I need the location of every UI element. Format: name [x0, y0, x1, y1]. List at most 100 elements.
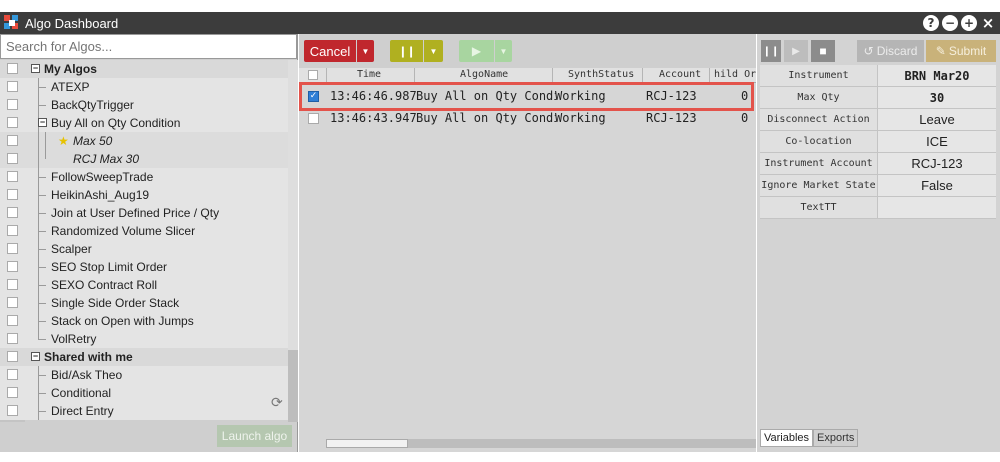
- property-row-disconnect-action[interactable]: Disconnect Action Leave: [760, 109, 996, 131]
- list-item[interactable]: HeikinAshi_Aug19: [0, 186, 288, 204]
- minimize-icon[interactable]: −: [942, 15, 958, 31]
- checkbox[interactable]: [7, 405, 18, 416]
- tree-scrollbar[interactable]: [288, 60, 298, 422]
- checkbox[interactable]: [7, 153, 18, 164]
- pencil-icon: ✎: [935, 44, 946, 58]
- property-value[interactable]: BRN Mar20: [878, 65, 996, 86]
- collapse-icon[interactable]: −: [38, 118, 47, 127]
- property-value[interactable]: [878, 197, 996, 218]
- bottom-tabs: Variables Exports: [760, 429, 859, 447]
- list-item[interactable]: RCJ Max 30: [0, 150, 288, 168]
- column-header-account[interactable]: Account: [659, 69, 709, 80]
- search-algos-input[interactable]: [0, 34, 297, 59]
- launch-algo-button[interactable]: Launch algo: [217, 425, 292, 447]
- checkbox[interactable]: [7, 279, 18, 290]
- help-icon[interactable]: ?: [923, 15, 939, 31]
- window-title: Algo Dashboard: [25, 15, 119, 31]
- list-item[interactable]: BackQtyTrigger: [0, 96, 288, 114]
- checkbox[interactable]: [7, 225, 18, 236]
- scroll-thumb[interactable]: [326, 439, 408, 448]
- column-header-child-orders[interactable]: hild Ord: [714, 69, 756, 80]
- chevron-down-icon[interactable]: ▼: [495, 40, 512, 62]
- tab-variables[interactable]: Variables: [760, 429, 814, 447]
- group-label: My Algos: [44, 62, 97, 76]
- checkbox[interactable]: [7, 387, 18, 398]
- cancel-button[interactable]: Cancel: [304, 40, 356, 62]
- chevron-down-icon[interactable]: ▼: [424, 40, 443, 62]
- algo-label: Stack on Open with Jumps: [51, 314, 194, 328]
- checkbox[interactable]: [7, 99, 18, 110]
- list-item[interactable]: Conditional: [0, 384, 288, 402]
- select-all-checkbox[interactable]: [308, 70, 318, 80]
- property-row-ignore-market-state[interactable]: Ignore Market State False: [760, 175, 996, 197]
- property-row-max-qty[interactable]: Max Qty 30: [760, 87, 996, 109]
- pause-icon[interactable]: ❙❙: [390, 40, 423, 62]
- checkbox[interactable]: [7, 351, 18, 362]
- column-header-algoname[interactable]: AlgoName: [460, 69, 540, 80]
- checkbox[interactable]: [7, 333, 18, 344]
- checkbox[interactable]: [7, 63, 18, 74]
- checkbox[interactable]: [7, 81, 18, 92]
- row-checkbox[interactable]: [308, 113, 319, 124]
- property-value[interactable]: 30: [878, 87, 996, 108]
- list-item[interactable]: Stack on Open with Jumps: [0, 312, 288, 330]
- property-value[interactable]: RCJ-123: [878, 153, 996, 174]
- checkbox[interactable]: [7, 315, 18, 326]
- property-row-instrument[interactable]: Instrument BRN Mar20: [760, 65, 996, 87]
- algo-label: ATEXP: [51, 80, 90, 94]
- grid-horizontal-scrollbar[interactable]: [326, 439, 756, 448]
- play-icon[interactable]: ▶: [784, 40, 808, 62]
- checkbox[interactable]: [7, 369, 18, 380]
- property-key: Disconnect Action: [760, 109, 878, 130]
- chevron-down-icon[interactable]: ▼: [357, 40, 374, 62]
- column-header-synthstatus[interactable]: SynthStatus: [568, 69, 648, 80]
- property-row-co-location[interactable]: Co-location ICE: [760, 131, 996, 153]
- algo-tree: − My Algos ATEXP BackQtyTrigger − Buy All…: [0, 60, 288, 422]
- list-item[interactable]: − Buy All on Qty Condition: [0, 114, 288, 132]
- list-item[interactable]: Join at User Defined Price / Qty: [0, 204, 288, 222]
- property-row-instrument-account[interactable]: Instrument Account RCJ-123: [760, 153, 996, 175]
- checkbox[interactable]: [7, 207, 18, 218]
- maximize-icon[interactable]: +: [961, 15, 977, 31]
- algo-label: Randomized Volume Slicer: [51, 224, 196, 238]
- list-item[interactable]: VolRetry: [0, 330, 288, 348]
- list-item[interactable]: SEO Stop Limit Order: [0, 258, 288, 276]
- list-item[interactable]: SEXO Contract Roll: [0, 276, 288, 294]
- checkbox[interactable]: [7, 297, 18, 308]
- refresh-icon[interactable]: ⟳: [271, 395, 283, 411]
- list-item[interactable]: Direct Entry: [0, 402, 288, 420]
- checkbox[interactable]: [7, 189, 18, 200]
- checkbox[interactable]: [7, 171, 18, 182]
- scroll-thumb[interactable]: [288, 60, 298, 350]
- table-row[interactable]: 13:46:43.947 Buy All on Qty Condi Workin…: [299, 108, 756, 128]
- stop-icon[interactable]: ■: [811, 40, 835, 62]
- close-icon[interactable]: ×: [980, 15, 996, 31]
- play-icon[interactable]: ▶: [459, 40, 494, 62]
- list-item[interactable]: ATEXP: [0, 78, 288, 96]
- checkbox[interactable]: [7, 135, 18, 146]
- list-item[interactable]: FollowSweepTrade: [0, 168, 288, 186]
- checkbox[interactable]: [7, 261, 18, 272]
- list-item[interactable]: Scalper: [0, 240, 288, 258]
- group-shared-with-me[interactable]: − Shared with me: [0, 348, 288, 366]
- checkbox[interactable]: [7, 243, 18, 254]
- property-value[interactable]: Leave: [878, 109, 996, 130]
- discard-button[interactable]: ↺ Discard: [857, 40, 924, 62]
- list-item[interactable]: Single Side Order Stack: [0, 294, 288, 312]
- group-my-algos[interactable]: − My Algos: [0, 60, 288, 78]
- property-key: TextTT: [760, 197, 878, 218]
- list-item[interactable]: ★ Max 50: [0, 132, 288, 150]
- submit-button[interactable]: ✎ Submit: [926, 40, 996, 62]
- tab-exports[interactable]: Exports: [813, 429, 859, 447]
- pause-icon[interactable]: ❙❙: [761, 40, 781, 62]
- properties-table: Instrument BRN Mar20 Max Qty 30 Disconne…: [760, 65, 996, 219]
- column-header-time[interactable]: Time: [357, 69, 417, 80]
- collapse-icon[interactable]: −: [31, 64, 40, 73]
- property-value[interactable]: False: [878, 175, 996, 196]
- list-item[interactable]: Bid/Ask Theo: [0, 366, 288, 384]
- property-row-texttt[interactable]: TextTT: [760, 197, 996, 219]
- list-item[interactable]: Randomized Volume Slicer: [0, 222, 288, 240]
- collapse-icon[interactable]: −: [31, 352, 40, 361]
- property-value[interactable]: ICE: [878, 131, 996, 152]
- checkbox[interactable]: [7, 117, 18, 128]
